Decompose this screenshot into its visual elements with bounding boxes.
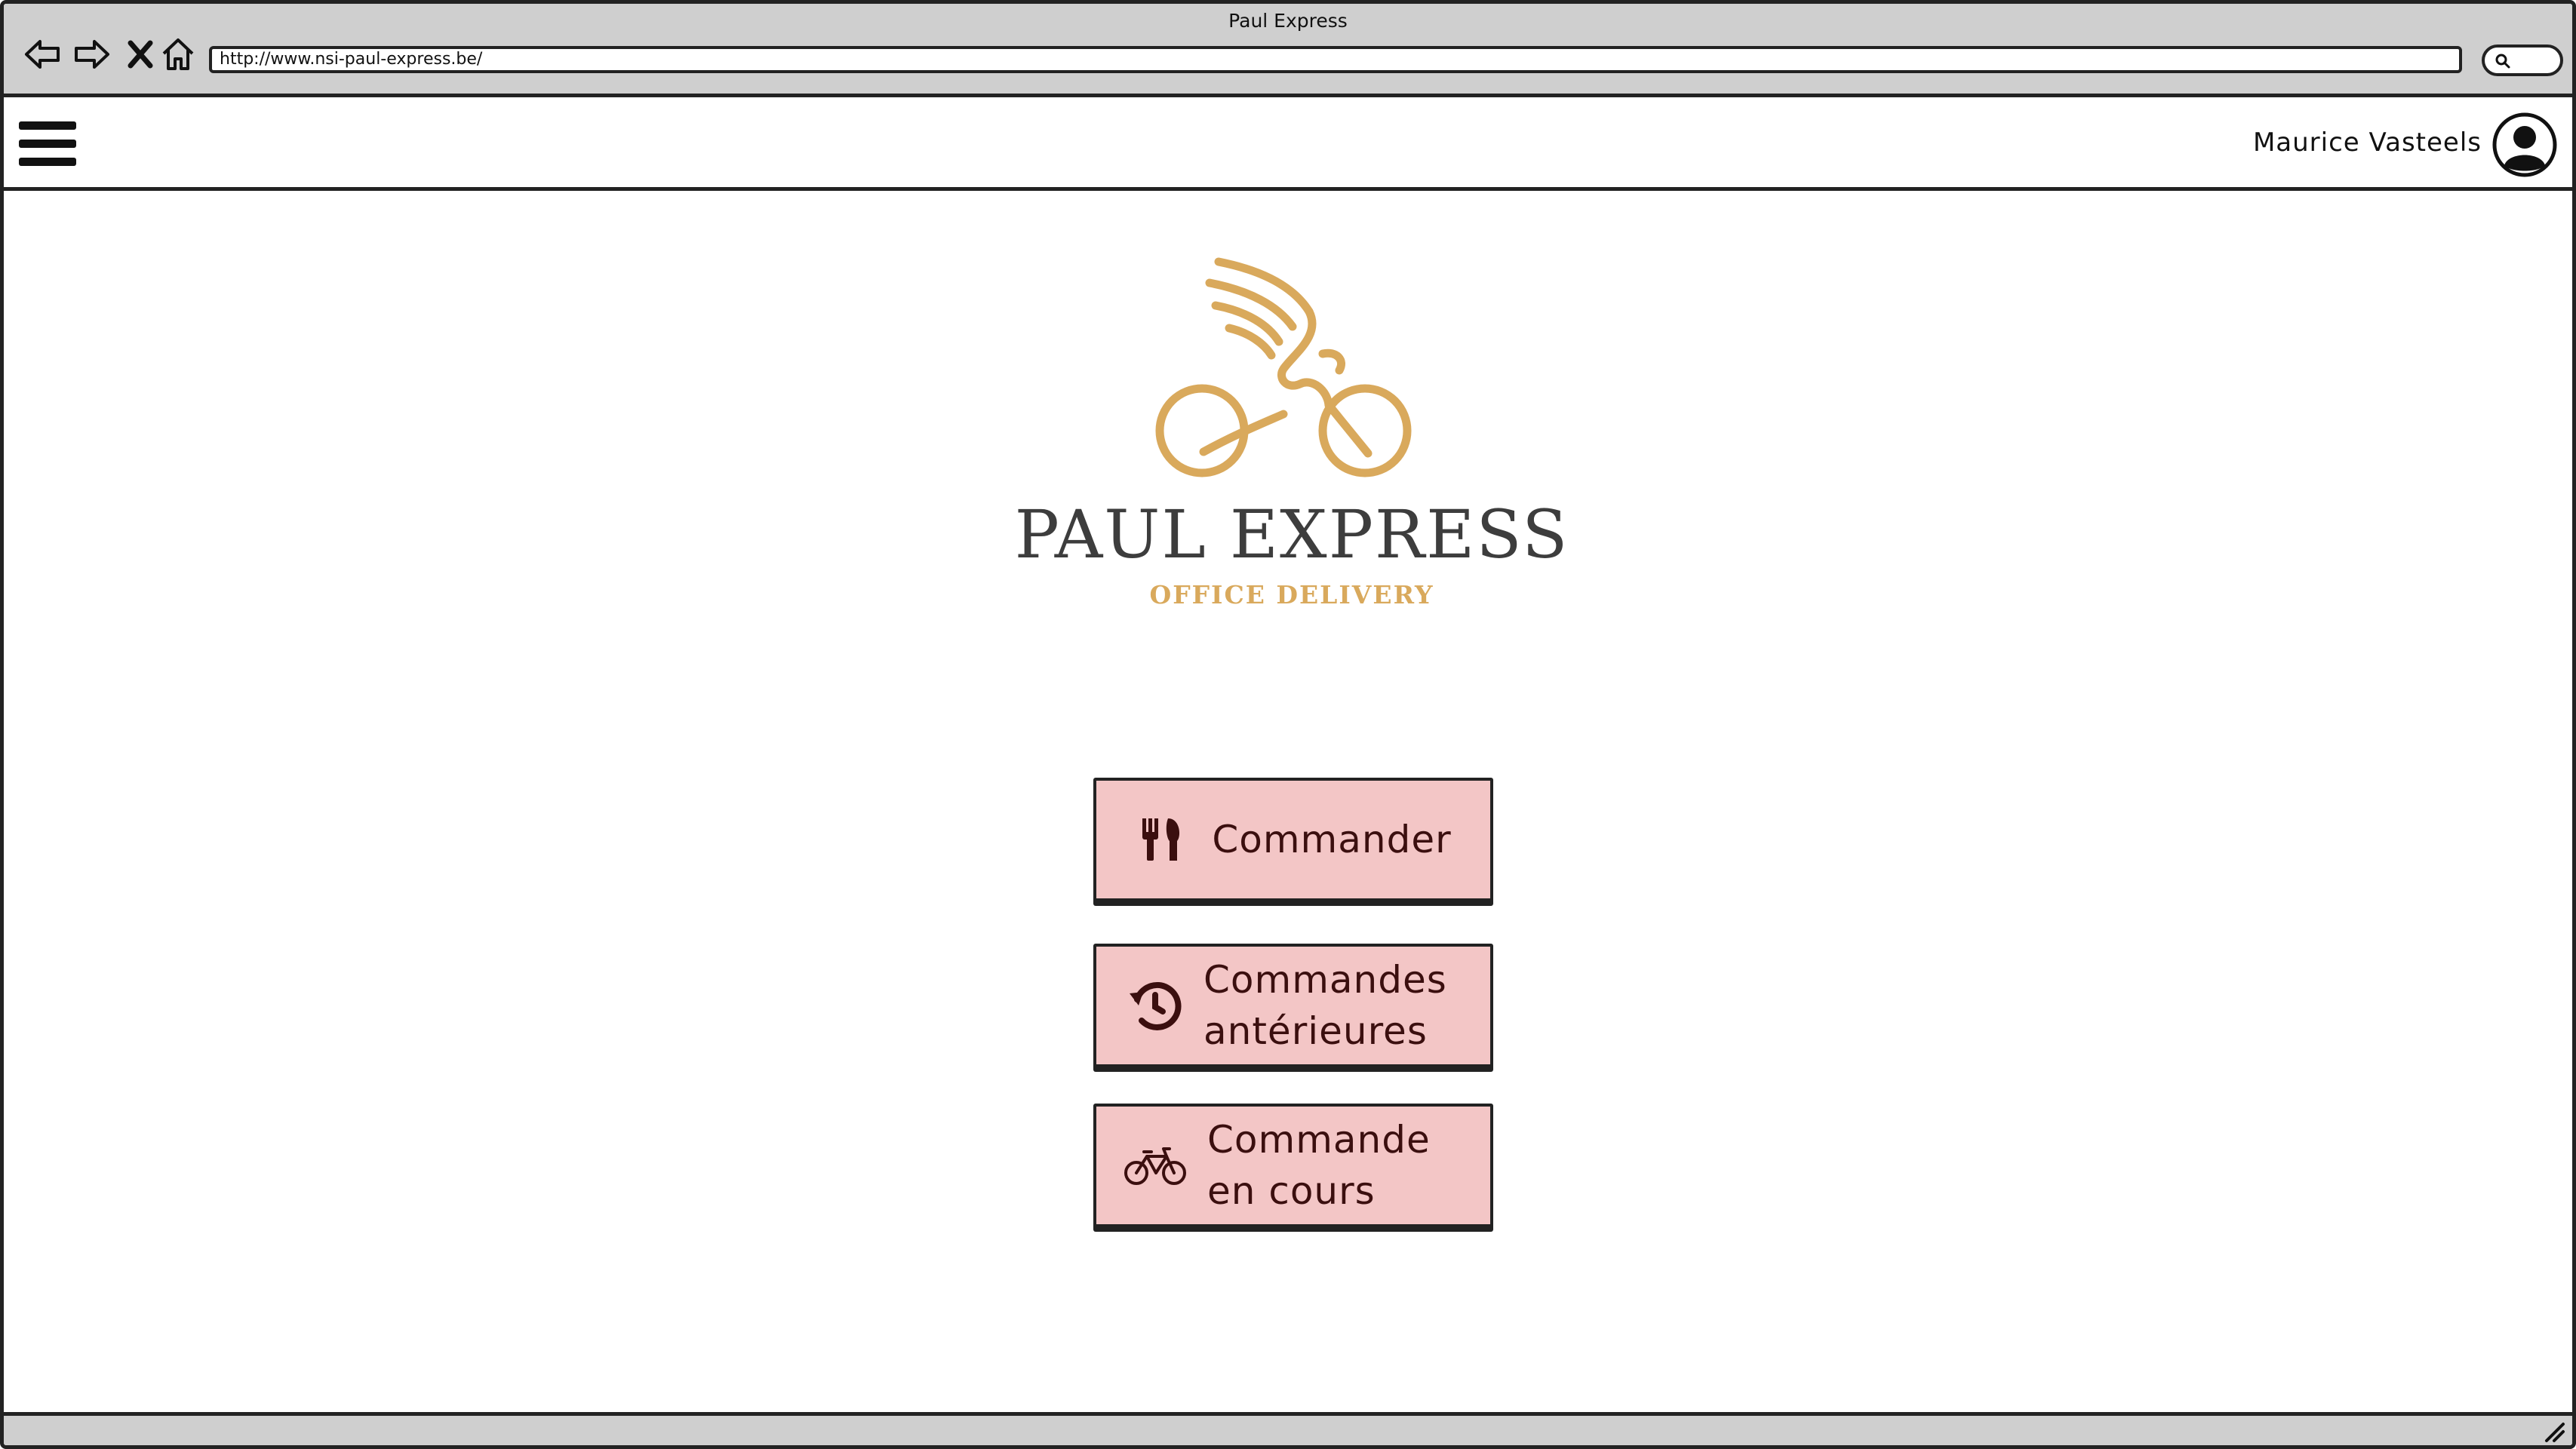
back-button[interactable]: [22, 34, 63, 75]
paul-express-logo: [1155, 257, 1412, 477]
menu-button[interactable]: [19, 117, 79, 171]
close-icon: [128, 40, 153, 69]
window-title: Paul Express: [1228, 10, 1348, 32]
history-icon: [1130, 981, 1182, 1030]
browser-toolbar: Paul Express http://www.nsi-paul-express…: [4, 4, 2572, 97]
forward-arrow-icon: [75, 40, 109, 69]
hamburger-icon: [19, 158, 76, 166]
previous-orders-button[interactable]: Commandes antérieures: [1093, 944, 1493, 1067]
browser-search-field[interactable]: [2482, 45, 2563, 76]
brand-tagline: OFFICE DELIVERY: [1149, 580, 1434, 609]
app-header: Maurice Vasteels: [4, 97, 2572, 191]
user-name: Maurice Vasteels: [2252, 127, 2482, 158]
search-icon: [2495, 54, 2510, 69]
user-avatar-icon[interactable]: [2492, 112, 2557, 177]
order-button[interactable]: Commander: [1093, 778, 1493, 901]
status-bar: [4, 1412, 2572, 1445]
back-arrow-icon: [25, 40, 60, 69]
home-button[interactable]: [158, 34, 198, 75]
address-bar[interactable]: http://www.nsi-paul-express.be/: [209, 46, 2462, 73]
home-icon: [162, 38, 194, 70]
hamburger-icon: [19, 121, 76, 130]
stop-button[interactable]: [120, 34, 161, 75]
brand-name: PAUL EXPRESS: [1014, 496, 1569, 573]
hamburger-icon: [19, 140, 76, 148]
resize-grip-icon[interactable]: [2541, 1418, 2566, 1444]
current-order-button[interactable]: Commande en cours: [1093, 1104, 1493, 1227]
fork-knife-icon: [1142, 818, 1180, 861]
current-order-button-label: Commande en cours: [1207, 1118, 1431, 1213]
previous-orders-button-label: Commandes antérieures: [1203, 958, 1447, 1053]
bicycle-icon: [1124, 1147, 1186, 1185]
order-button-label: Commander: [1212, 818, 1452, 861]
browser-window: Paul Express http://www.nsi-paul-express…: [0, 0, 2576, 1449]
forward-button[interactable]: [72, 34, 112, 75]
